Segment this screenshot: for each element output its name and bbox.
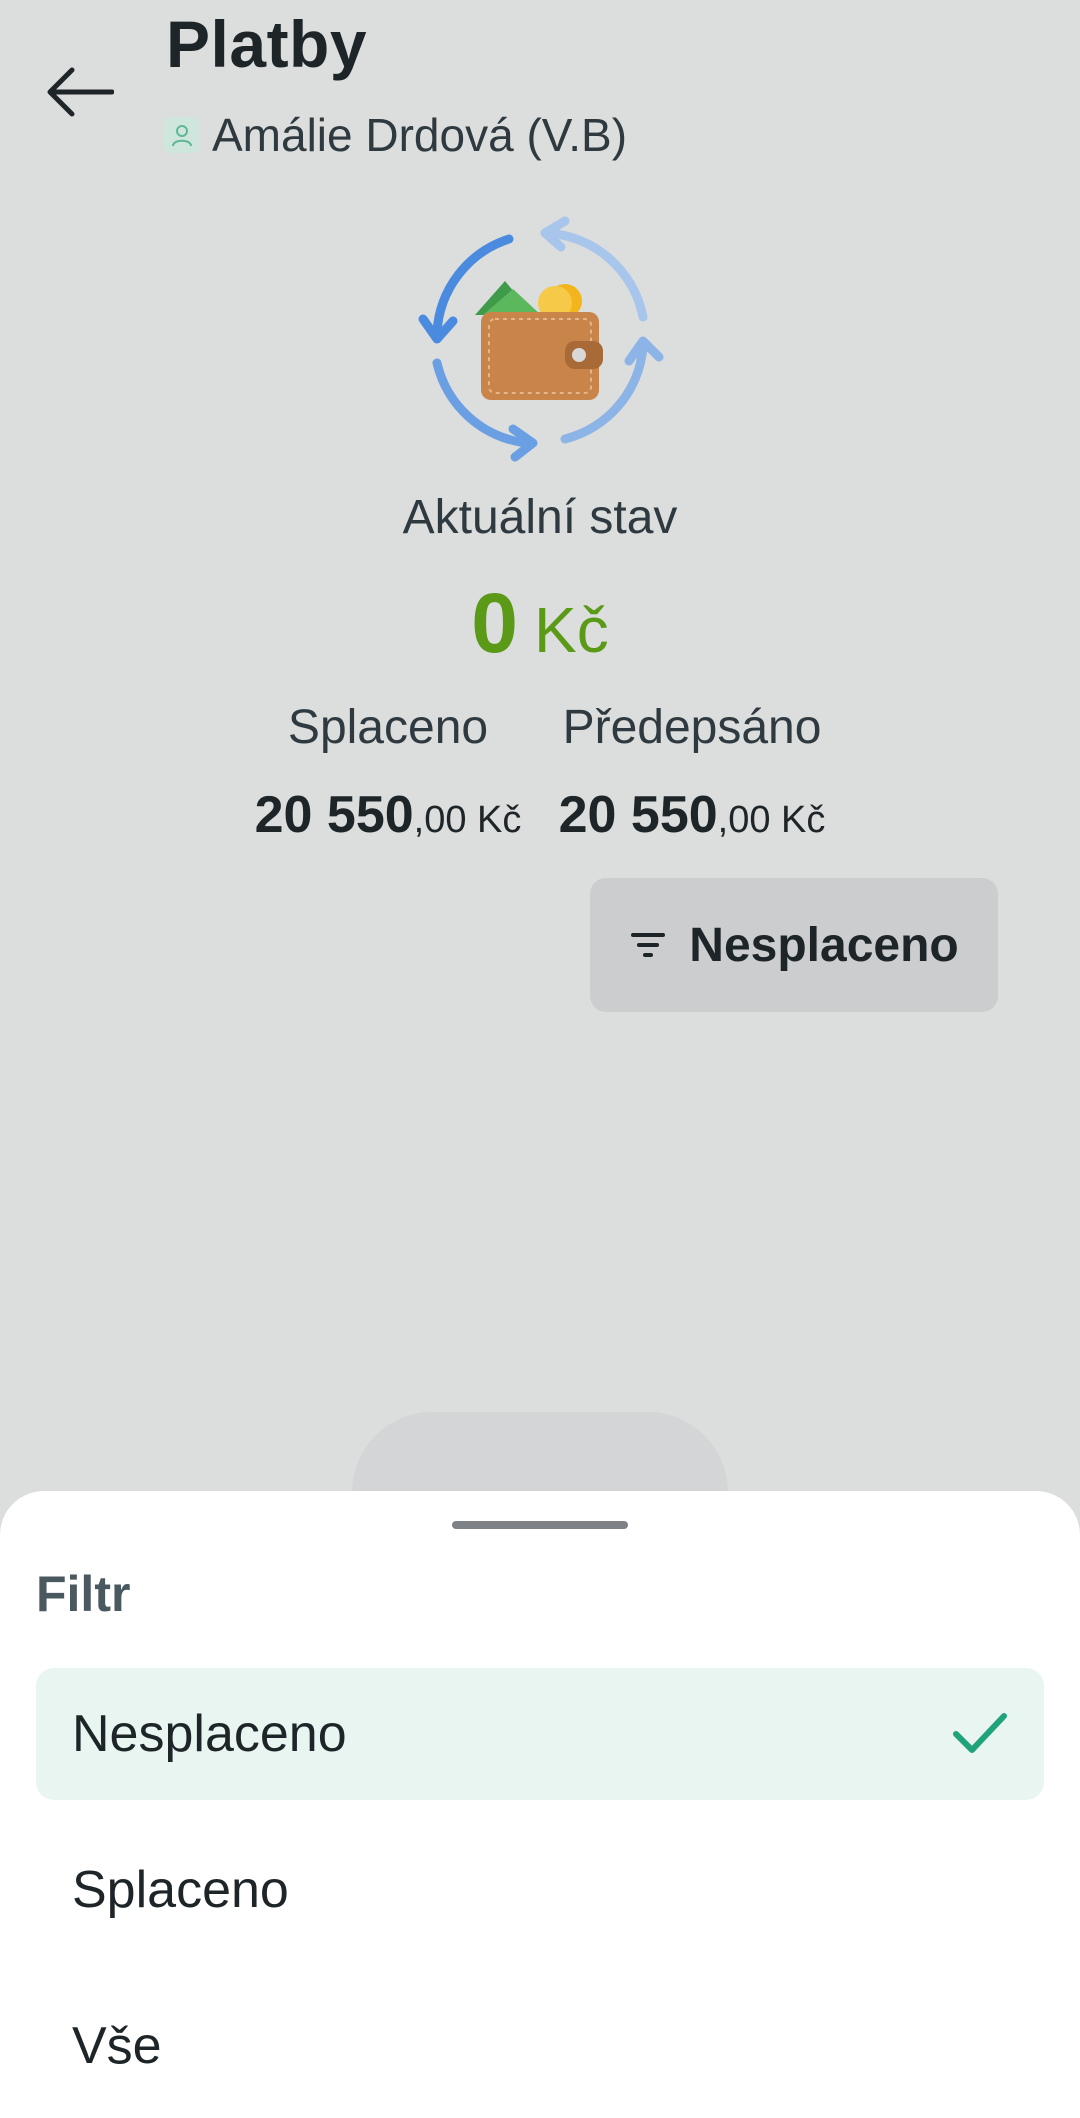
prescribed-currency: Kč (770, 799, 826, 841)
payments-screen: Platby Amálie Drdová (V.B) Aktuální stav… (0, 0, 1080, 2118)
filter-option-vse[interactable]: Vše (36, 1980, 1044, 2112)
prescribed-value: 20 550,00 Kč (552, 785, 832, 845)
paid-decimal: ,00 (413, 799, 467, 841)
paid-label: Splaceno (287, 701, 489, 754)
student-selector[interactable]: Amálie Drdová (V.B) (164, 108, 627, 162)
filter-option-splaceno[interactable]: Splaceno (36, 1824, 1044, 1956)
balance-value: 0 (471, 576, 519, 670)
prescribed-stat: Předepsáno 20 550,00 Kč (552, 700, 832, 845)
balance-label: Aktuální stav (402, 491, 678, 544)
option-label: Splaceno (72, 1861, 289, 1919)
paid-currency: Kč (466, 799, 522, 841)
option-label: Nesplaceno (72, 1705, 347, 1763)
option-label: Vše (72, 2017, 162, 2075)
student-name: Amálie Drdová (V.B) (212, 109, 628, 161)
filter-button[interactable]: Nesplaceno (590, 878, 998, 1012)
page-title: Platby (166, 7, 368, 81)
balance-currency: Kč (534, 594, 609, 666)
sheet-drag-handle[interactable] (452, 1521, 628, 1529)
prescribed-decimal: ,00 (717, 799, 771, 841)
paid-value: 20 550,00 Kč (248, 785, 528, 845)
wallet-sync-icon (418, 216, 664, 462)
prescribed-label: Předepsáno (562, 701, 822, 754)
filter-button-label: Nesplaceno (689, 918, 959, 972)
filter-bottom-sheet: Filtr Nesplaceno Splaceno Vše (0, 1491, 1080, 2118)
filter-icon (629, 930, 667, 960)
checkmark-icon (952, 1712, 1008, 1756)
paid-stat: Splaceno 20 550,00 Kč (248, 700, 528, 845)
paid-whole: 20 550 (254, 786, 414, 844)
filter-option-nesplaceno[interactable]: Nesplaceno (36, 1668, 1044, 1800)
user-icon (164, 117, 200, 153)
sheet-title: Filtr (36, 1566, 131, 1622)
back-button[interactable] (38, 50, 122, 134)
arrow-left-icon (47, 67, 114, 117)
balance-amount: 0 Kč (0, 575, 1080, 672)
prescribed-whole: 20 550 (558, 786, 718, 844)
